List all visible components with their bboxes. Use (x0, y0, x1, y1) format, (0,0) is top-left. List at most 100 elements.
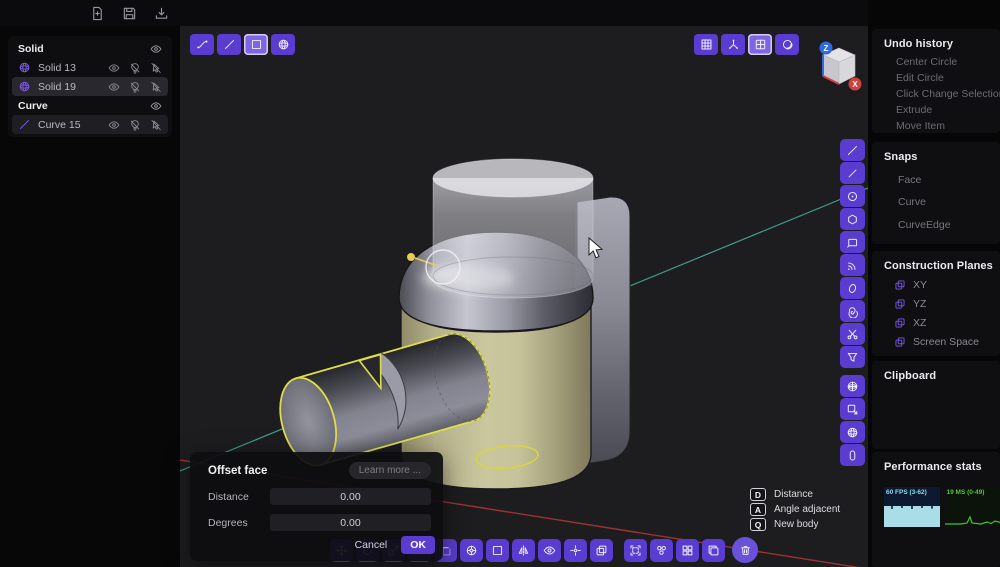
cancel-button[interactable]: Cancel (355, 539, 388, 551)
left-sidebar: Solid Solid 13 Solid 19 Curve Curve 15 (0, 26, 180, 567)
eye-icon[interactable] (150, 43, 162, 55)
key-cap: D (750, 488, 766, 501)
eye-icon[interactable] (108, 62, 120, 74)
undo-item[interactable]: Extrude (896, 105, 1000, 116)
item-label: Curve 15 (38, 118, 81, 131)
mirror-icon[interactable] (512, 538, 535, 562)
curve-tool-icon[interactable] (190, 34, 214, 55)
construction-planes-panel: Construction Planes XY YZ XZ Screen Spac… (872, 251, 1000, 356)
key-cap: Q (750, 518, 766, 531)
polyline-icon[interactable] (840, 162, 865, 184)
box-icon[interactable] (486, 538, 509, 562)
snap-item[interactable]: CurveEdge (898, 219, 1000, 231)
cursor-off-icon[interactable] (150, 81, 162, 93)
construction-plane-item[interactable]: YZ (894, 298, 1000, 310)
save-button[interactable] (118, 4, 140, 22)
svg-text:X: X (852, 80, 858, 89)
axis-x-badge[interactable]: X (848, 77, 862, 91)
degrees-input[interactable] (270, 514, 431, 531)
trash-icon[interactable] (732, 537, 758, 563)
undo-item[interactable]: Edit Circle (896, 73, 1000, 84)
spiral-icon[interactable] (840, 300, 865, 322)
outliner-item-curve-15[interactable]: Curve 15 (12, 115, 168, 134)
hotkey-distance: D Distance (750, 488, 840, 501)
grid-array-icon[interactable] (676, 538, 699, 562)
eye-icon[interactable] (108, 81, 120, 93)
group-label: Solid (18, 42, 44, 55)
item-label: Solid 13 (38, 61, 76, 74)
arc-icon[interactable] (840, 254, 865, 276)
sphere-mesh-icon[interactable] (840, 375, 865, 397)
visibility-icon[interactable] (538, 538, 561, 562)
axes-toggle-icon[interactable] (721, 34, 745, 55)
solid-sphere-icon (18, 61, 31, 74)
pivot-icon[interactable] (564, 538, 587, 562)
corner-rectangle-icon[interactable] (840, 231, 865, 253)
top-menubar (0, 0, 868, 26)
cursor-off-icon[interactable] (150, 119, 162, 131)
learn-more-button[interactable]: Learn more ... (348, 462, 431, 479)
distance-input[interactable] (270, 488, 431, 505)
rectangle-tool-icon[interactable] (244, 34, 268, 55)
undo-item[interactable]: Move Item (896, 121, 1000, 132)
view-cube[interactable]: Z X (816, 40, 862, 92)
fps-graph: 60 FPS (3-62) (884, 487, 940, 527)
wheel-icon[interactable] (460, 538, 483, 562)
degrees-label: Degrees (208, 516, 248, 529)
bulb-off-icon[interactable] (129, 81, 141, 93)
clipboard-panel: Clipboard (872, 361, 1000, 449)
bulb-off-icon[interactable] (129, 119, 141, 131)
eye-icon[interactable] (150, 100, 162, 112)
selection-region-icon[interactable] (840, 398, 865, 420)
planes-icon (894, 336, 906, 348)
snaps-panel: Snaps Face Curve CurveEdge (872, 142, 1000, 244)
eye-icon[interactable] (108, 119, 120, 131)
export-button[interactable] (150, 4, 172, 22)
outliner-item-solid-19[interactable]: Solid 19 (12, 77, 168, 96)
outliner-group-curve[interactable]: Curve (12, 96, 168, 115)
polygon-icon[interactable] (840, 208, 865, 230)
line-icon[interactable] (840, 139, 865, 161)
capsule-icon[interactable] (840, 444, 865, 466)
construction-plane-item[interactable]: Screen Space (894, 336, 1000, 348)
center-circle-icon[interactable] (840, 185, 865, 207)
bulb-off-icon[interactable] (129, 62, 141, 74)
hotkey-angle: A Angle adjacent (750, 503, 840, 516)
axis-z-badge[interactable]: Z (819, 41, 833, 55)
dialog-title: Offset face (208, 464, 268, 477)
offset-face-dialog: Offset face Learn more ... Distance Degr… (190, 452, 443, 561)
undo-history-panel: Undo history Center Circle Edit Circle C… (872, 29, 1000, 133)
duplicate-icon[interactable] (590, 538, 613, 562)
undo-item[interactable]: Click Change Selection (896, 89, 1000, 100)
sphere-primitive-icon[interactable] (840, 421, 865, 443)
snap-item[interactable]: Face (898, 174, 1000, 186)
planes-icon (894, 317, 906, 329)
grid-toggle-icon[interactable] (694, 34, 718, 55)
plane-toggle-icon[interactable] (748, 34, 772, 55)
outliner-group-solid[interactable]: Solid (12, 39, 168, 58)
line-tool-icon[interactable] (217, 34, 241, 55)
hotkey-new-body: Q New body (750, 518, 840, 531)
outliner-item-solid-13[interactable]: Solid 13 (12, 58, 168, 77)
trim-icon[interactable] (840, 323, 865, 345)
display-toolbar (694, 34, 799, 55)
copy-stack-icon[interactable] (702, 538, 725, 562)
ellipse-icon[interactable] (840, 277, 865, 299)
group-icon[interactable] (650, 538, 673, 562)
construction-plane-item[interactable]: XZ (894, 317, 1000, 329)
svg-text:Z: Z (824, 44, 829, 53)
panel-title: Construction Planes (884, 260, 993, 272)
snap-item[interactable]: Curve (898, 196, 1000, 208)
new-file-button[interactable] (86, 4, 108, 22)
sphere-tool-icon[interactable] (271, 34, 295, 55)
performance-stats-panel: Performance stats 60 FPS (3-62) 19 MS (0… (872, 452, 1000, 567)
construction-plane-item[interactable]: XY (894, 279, 1000, 291)
cursor-off-icon[interactable] (150, 62, 162, 74)
expand-icon[interactable] (624, 538, 647, 562)
filter-icon[interactable] (840, 346, 865, 368)
ok-button[interactable]: OK (401, 536, 435, 554)
orbit-toggle-icon[interactable] (775, 34, 799, 55)
panel-title: Snaps (884, 151, 918, 163)
undo-item[interactable]: Center Circle (896, 57, 1000, 68)
group-label: Curve (18, 99, 48, 112)
